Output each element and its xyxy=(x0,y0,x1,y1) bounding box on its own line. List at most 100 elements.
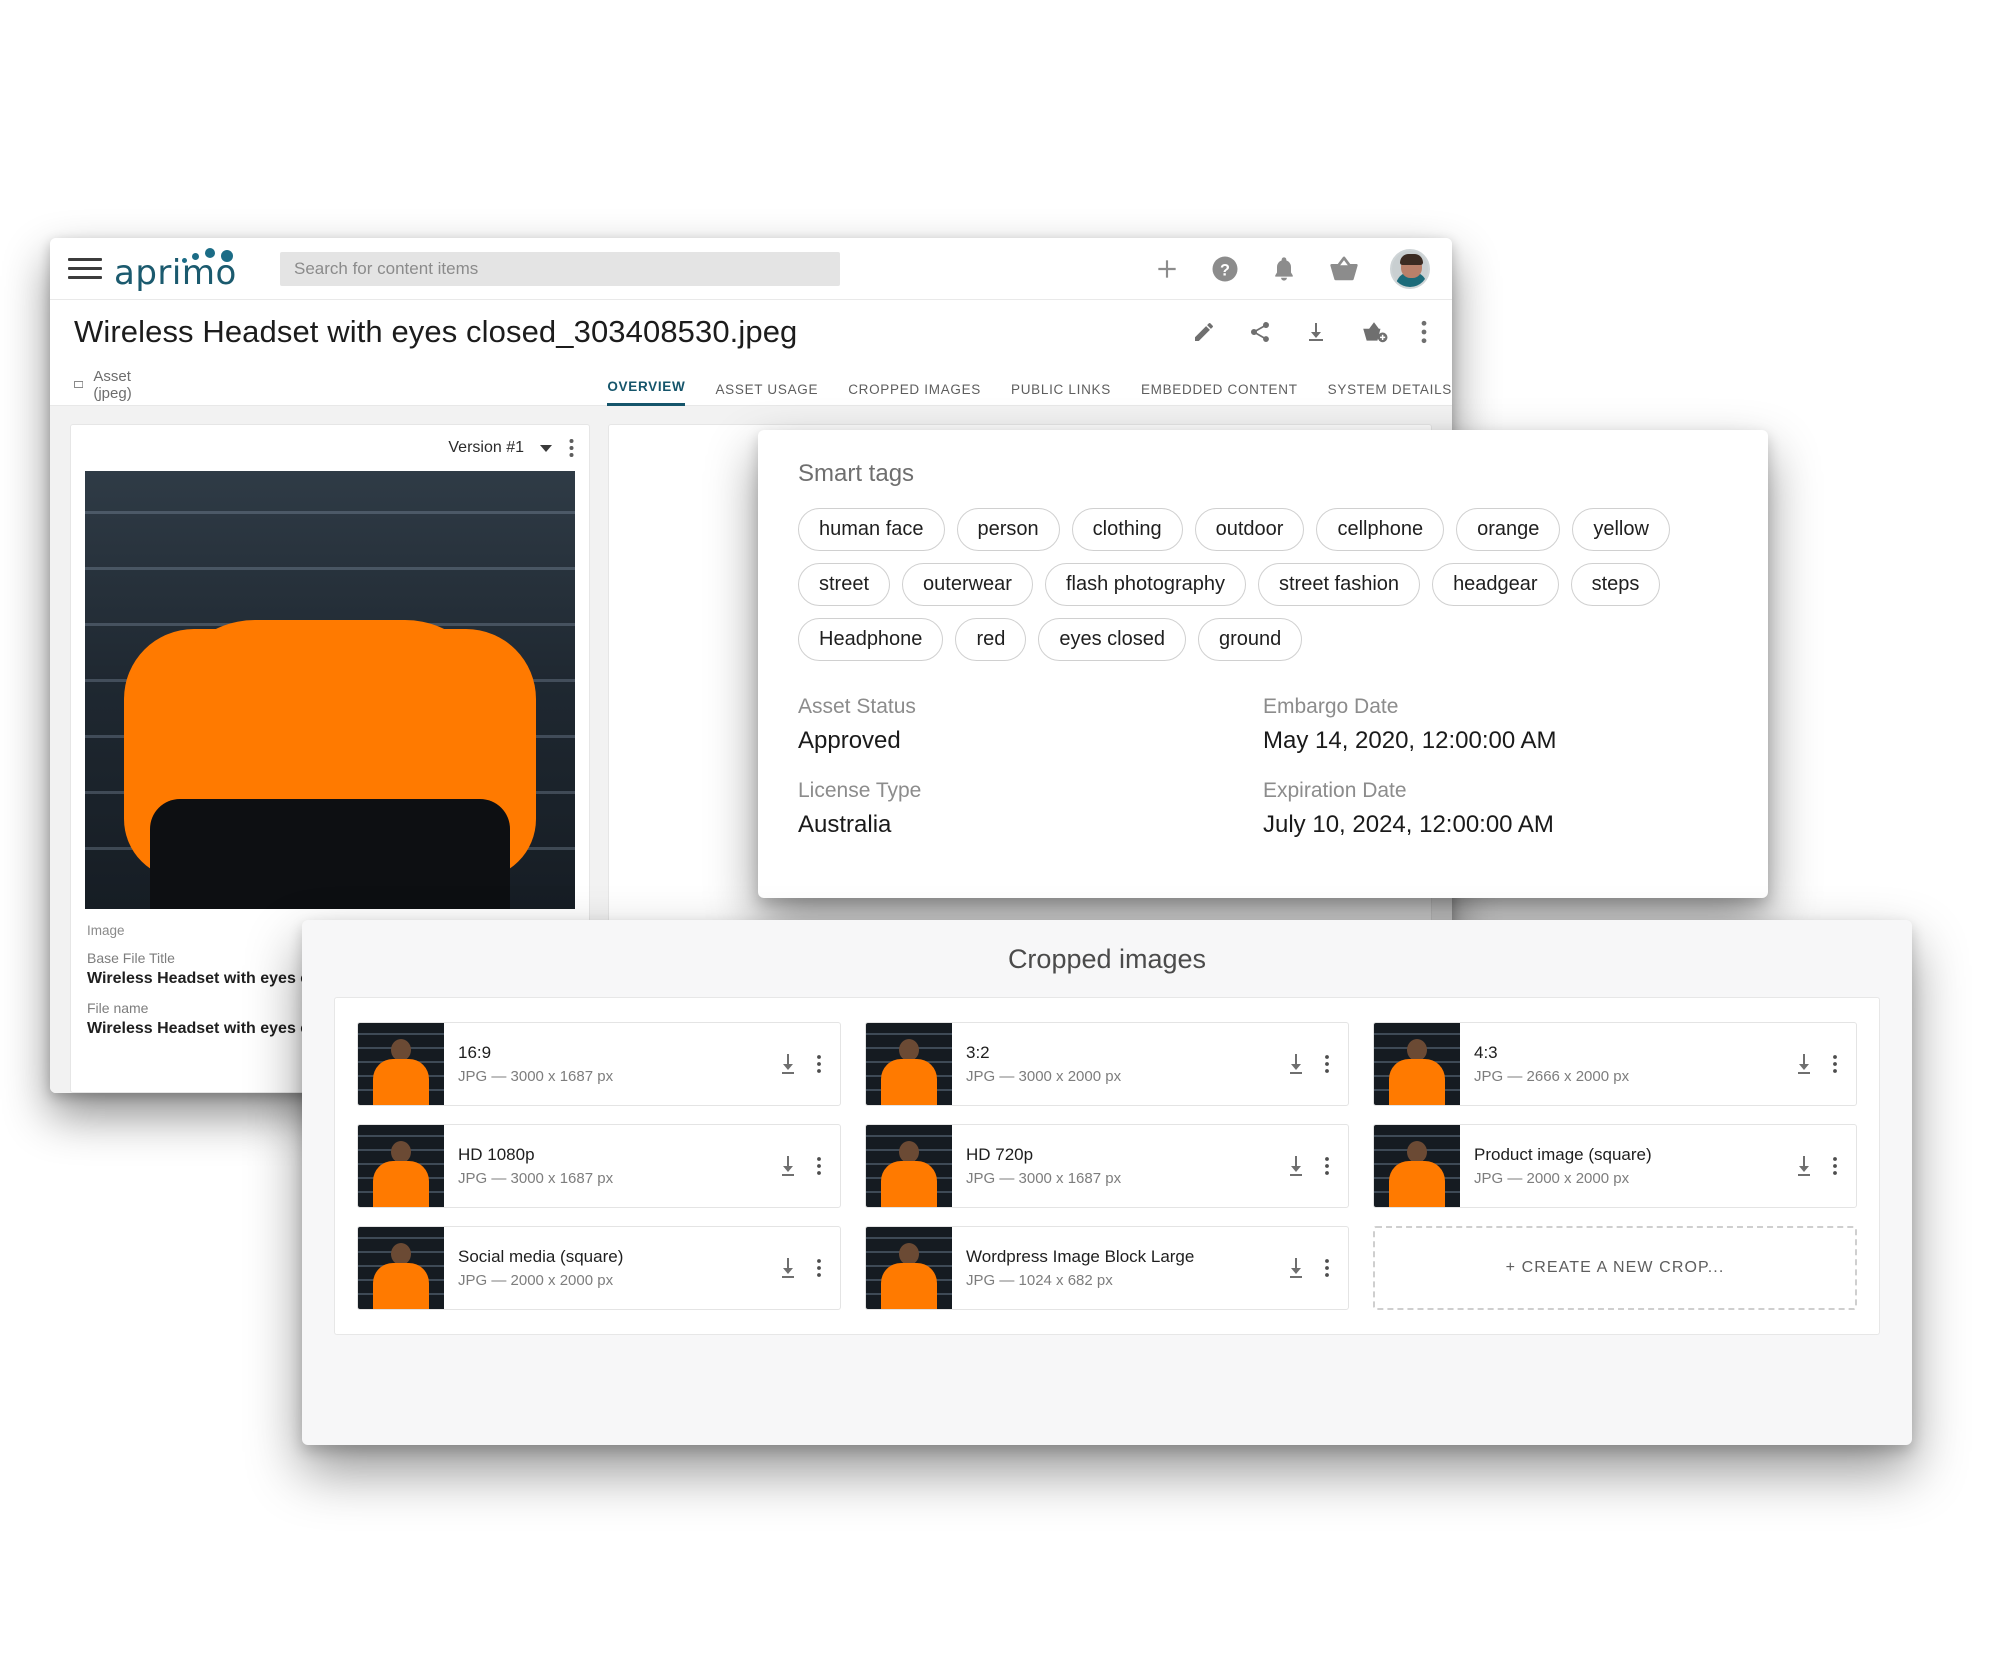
crop-info: Social media (square) JPG — 2000 x 2000 … xyxy=(444,1227,778,1309)
cropped-images-panel: Cropped images 16:9 JPG — 3000 x 1687 px xyxy=(302,920,1912,1445)
breadcrumb: Asset (jpeg) OVERVIEW ASSET USAGE CROPPE… xyxy=(50,364,1452,406)
crop-card[interactable]: 4:3 JPG — 2666 x 2000 px xyxy=(1373,1022,1857,1106)
crop-card[interactable]: HD 720p JPG — 3000 x 1687 px xyxy=(865,1124,1349,1208)
cropped-images-grid: 16:9 JPG — 3000 x 1687 px 3:2 JPG — 3000… xyxy=(334,997,1880,1335)
more-vertical-icon[interactable] xyxy=(1832,1054,1838,1074)
more-vertical-icon[interactable] xyxy=(1324,1054,1330,1074)
download-icon[interactable] xyxy=(1794,1053,1814,1075)
tag-chip[interactable]: clothing xyxy=(1071,508,1183,551)
create-new-crop-button[interactable]: + CREATE A NEW CROP... xyxy=(1373,1226,1857,1310)
crop-info: HD 1080p JPG — 3000 x 1687 px xyxy=(444,1125,778,1207)
tab-overview[interactable]: OVERVIEW xyxy=(607,379,686,406)
more-vertical-icon[interactable] xyxy=(1324,1156,1330,1176)
tag-chip[interactable]: flash photography xyxy=(1044,563,1246,606)
crop-name: Wordpress Image Block Large xyxy=(966,1247,1195,1266)
edit-icon[interactable] xyxy=(1192,320,1216,344)
crop-info: HD 720p JPG — 3000 x 1687 px xyxy=(952,1125,1286,1207)
more-vertical-icon[interactable] xyxy=(1324,1258,1330,1278)
basket-icon[interactable] xyxy=(1328,255,1360,283)
crop-spec: JPG — 3000 x 1687 px xyxy=(458,1068,614,1085)
tag-chip[interactable]: outdoor xyxy=(1194,508,1305,551)
crop-actions xyxy=(778,1023,840,1105)
metadata-label: Embargo Date xyxy=(1263,695,1399,718)
tag-chip[interactable]: street xyxy=(798,563,891,606)
crop-spec: JPG — 2000 x 2000 px xyxy=(458,1272,614,1289)
crop-card[interactable]: 16:9 JPG — 3000 x 1687 px xyxy=(357,1022,841,1106)
download-icon[interactable] xyxy=(1286,1053,1306,1075)
more-vertical-icon[interactable] xyxy=(1420,320,1428,344)
more-vertical-icon[interactable] xyxy=(816,1258,822,1278)
tab-system-details[interactable]: SYSTEM DETAILS xyxy=(1328,382,1452,406)
metadata-field-asset-status: Asset Status Approved xyxy=(798,695,1263,755)
metadata-field-embargo-date: Embargo Date May 14, 2020, 12:00:00 AM xyxy=(1263,695,1728,755)
crop-spec: JPG — 2000 x 2000 px xyxy=(1474,1170,1630,1187)
download-icon[interactable] xyxy=(778,1257,798,1279)
bell-icon[interactable] xyxy=(1270,255,1298,283)
help-circle-icon[interactable]: ? xyxy=(1210,254,1240,284)
tag-chip[interactable]: cellphone xyxy=(1316,508,1445,551)
crop-info: 16:9 JPG — 3000 x 1687 px xyxy=(444,1023,778,1105)
add-to-basket-icon[interactable] xyxy=(1360,320,1388,344)
tag-chip[interactable]: steps xyxy=(1570,563,1661,606)
download-icon[interactable] xyxy=(778,1155,798,1177)
tag-chip[interactable]: person xyxy=(956,508,1060,551)
tag-chip[interactable]: human face xyxy=(798,508,945,551)
plus-icon[interactable] xyxy=(1154,256,1180,282)
tag-chip[interactable]: outerwear xyxy=(902,563,1033,606)
download-icon[interactable] xyxy=(1286,1155,1306,1177)
crop-card[interactable]: Product image (square) JPG — 2000 x 2000… xyxy=(1373,1124,1857,1208)
crop-info: Product image (square) JPG — 2000 x 2000… xyxy=(1460,1125,1794,1207)
tag-chip[interactable]: headgear xyxy=(1432,563,1559,606)
download-icon[interactable] xyxy=(778,1053,798,1075)
crop-spec: JPG — 1024 x 682 px xyxy=(966,1272,1113,1289)
tab-embedded-content[interactable]: EMBEDDED CONTENT xyxy=(1141,382,1298,406)
avatar-hair xyxy=(1400,253,1423,265)
tab-bar: OVERVIEW ASSET USAGE CROPPED IMAGES PUBL… xyxy=(607,364,1452,406)
crop-card[interactable]: 3:2 JPG — 3000 x 2000 px xyxy=(865,1022,1349,1106)
asset-type-icon xyxy=(74,381,84,388)
download-icon[interactable] xyxy=(1286,1257,1306,1279)
metadata-label: License Type xyxy=(798,779,922,802)
tab-cropped-images[interactable]: CROPPED IMAGES xyxy=(848,382,981,406)
crop-thumbnail xyxy=(866,1227,952,1309)
hamburger-menu-icon[interactable] xyxy=(68,258,102,279)
avatar[interactable] xyxy=(1390,248,1430,289)
crop-actions xyxy=(1794,1125,1856,1207)
smart-tags-panel: Smart tags human face person clothing ou… xyxy=(758,430,1768,898)
logo-dots-icon xyxy=(182,247,234,264)
more-vertical-icon[interactable] xyxy=(816,1156,822,1176)
tag-chip[interactable]: eyes closed xyxy=(1038,618,1186,661)
crop-thumbnail xyxy=(1374,1023,1460,1105)
more-vertical-icon[interactable] xyxy=(1832,1156,1838,1176)
smart-tags-heading: Smart tags xyxy=(798,460,915,487)
tab-asset-usage[interactable]: ASSET USAGE xyxy=(715,382,818,406)
search-input[interactable]: Search for content items xyxy=(280,251,840,286)
tag-chip[interactable]: street fashion xyxy=(1257,563,1421,606)
download-icon[interactable] xyxy=(1304,320,1328,344)
crop-card[interactable]: Social media (square) JPG — 2000 x 2000 … xyxy=(357,1226,841,1310)
crop-card[interactable]: HD 1080p JPG — 3000 x 1687 px xyxy=(357,1124,841,1208)
crop-name: HD 1080p xyxy=(458,1145,535,1164)
tag-chip[interactable]: orange xyxy=(1456,508,1561,551)
tab-public-links[interactable]: PUBLIC LINKS xyxy=(1011,382,1111,406)
version-label[interactable]: Version #1 xyxy=(448,439,524,457)
aprimo-logo[interactable]: aprimo xyxy=(114,246,262,293)
preview-more-icon[interactable] xyxy=(568,438,575,458)
asset-preview-image[interactable] xyxy=(85,471,575,909)
global-topbar: aprimo Search for content items ? xyxy=(50,238,1452,300)
tag-chip[interactable]: yellow xyxy=(1572,508,1670,551)
tag-chip[interactable]: red xyxy=(955,618,1027,661)
tag-chip[interactable]: Headphone xyxy=(798,618,944,661)
more-vertical-icon[interactable] xyxy=(816,1054,822,1074)
crop-info: Wordpress Image Block Large JPG — 1024 x… xyxy=(952,1227,1286,1309)
chevron-down-icon[interactable] xyxy=(540,444,552,452)
tag-chip[interactable]: ground xyxy=(1197,618,1303,661)
crop-name: Product image (square) xyxy=(1474,1145,1652,1164)
share-icon[interactable] xyxy=(1248,320,1272,344)
crop-actions xyxy=(1286,1125,1348,1207)
crop-thumbnail xyxy=(358,1023,444,1105)
crop-card[interactable]: Wordpress Image Block Large JPG — 1024 x… xyxy=(865,1226,1349,1310)
search-placeholder: Search for content items xyxy=(294,258,479,278)
download-icon[interactable] xyxy=(1794,1155,1814,1177)
metadata-value: July 10, 2024, 12:00:00 AM xyxy=(1263,811,1554,838)
